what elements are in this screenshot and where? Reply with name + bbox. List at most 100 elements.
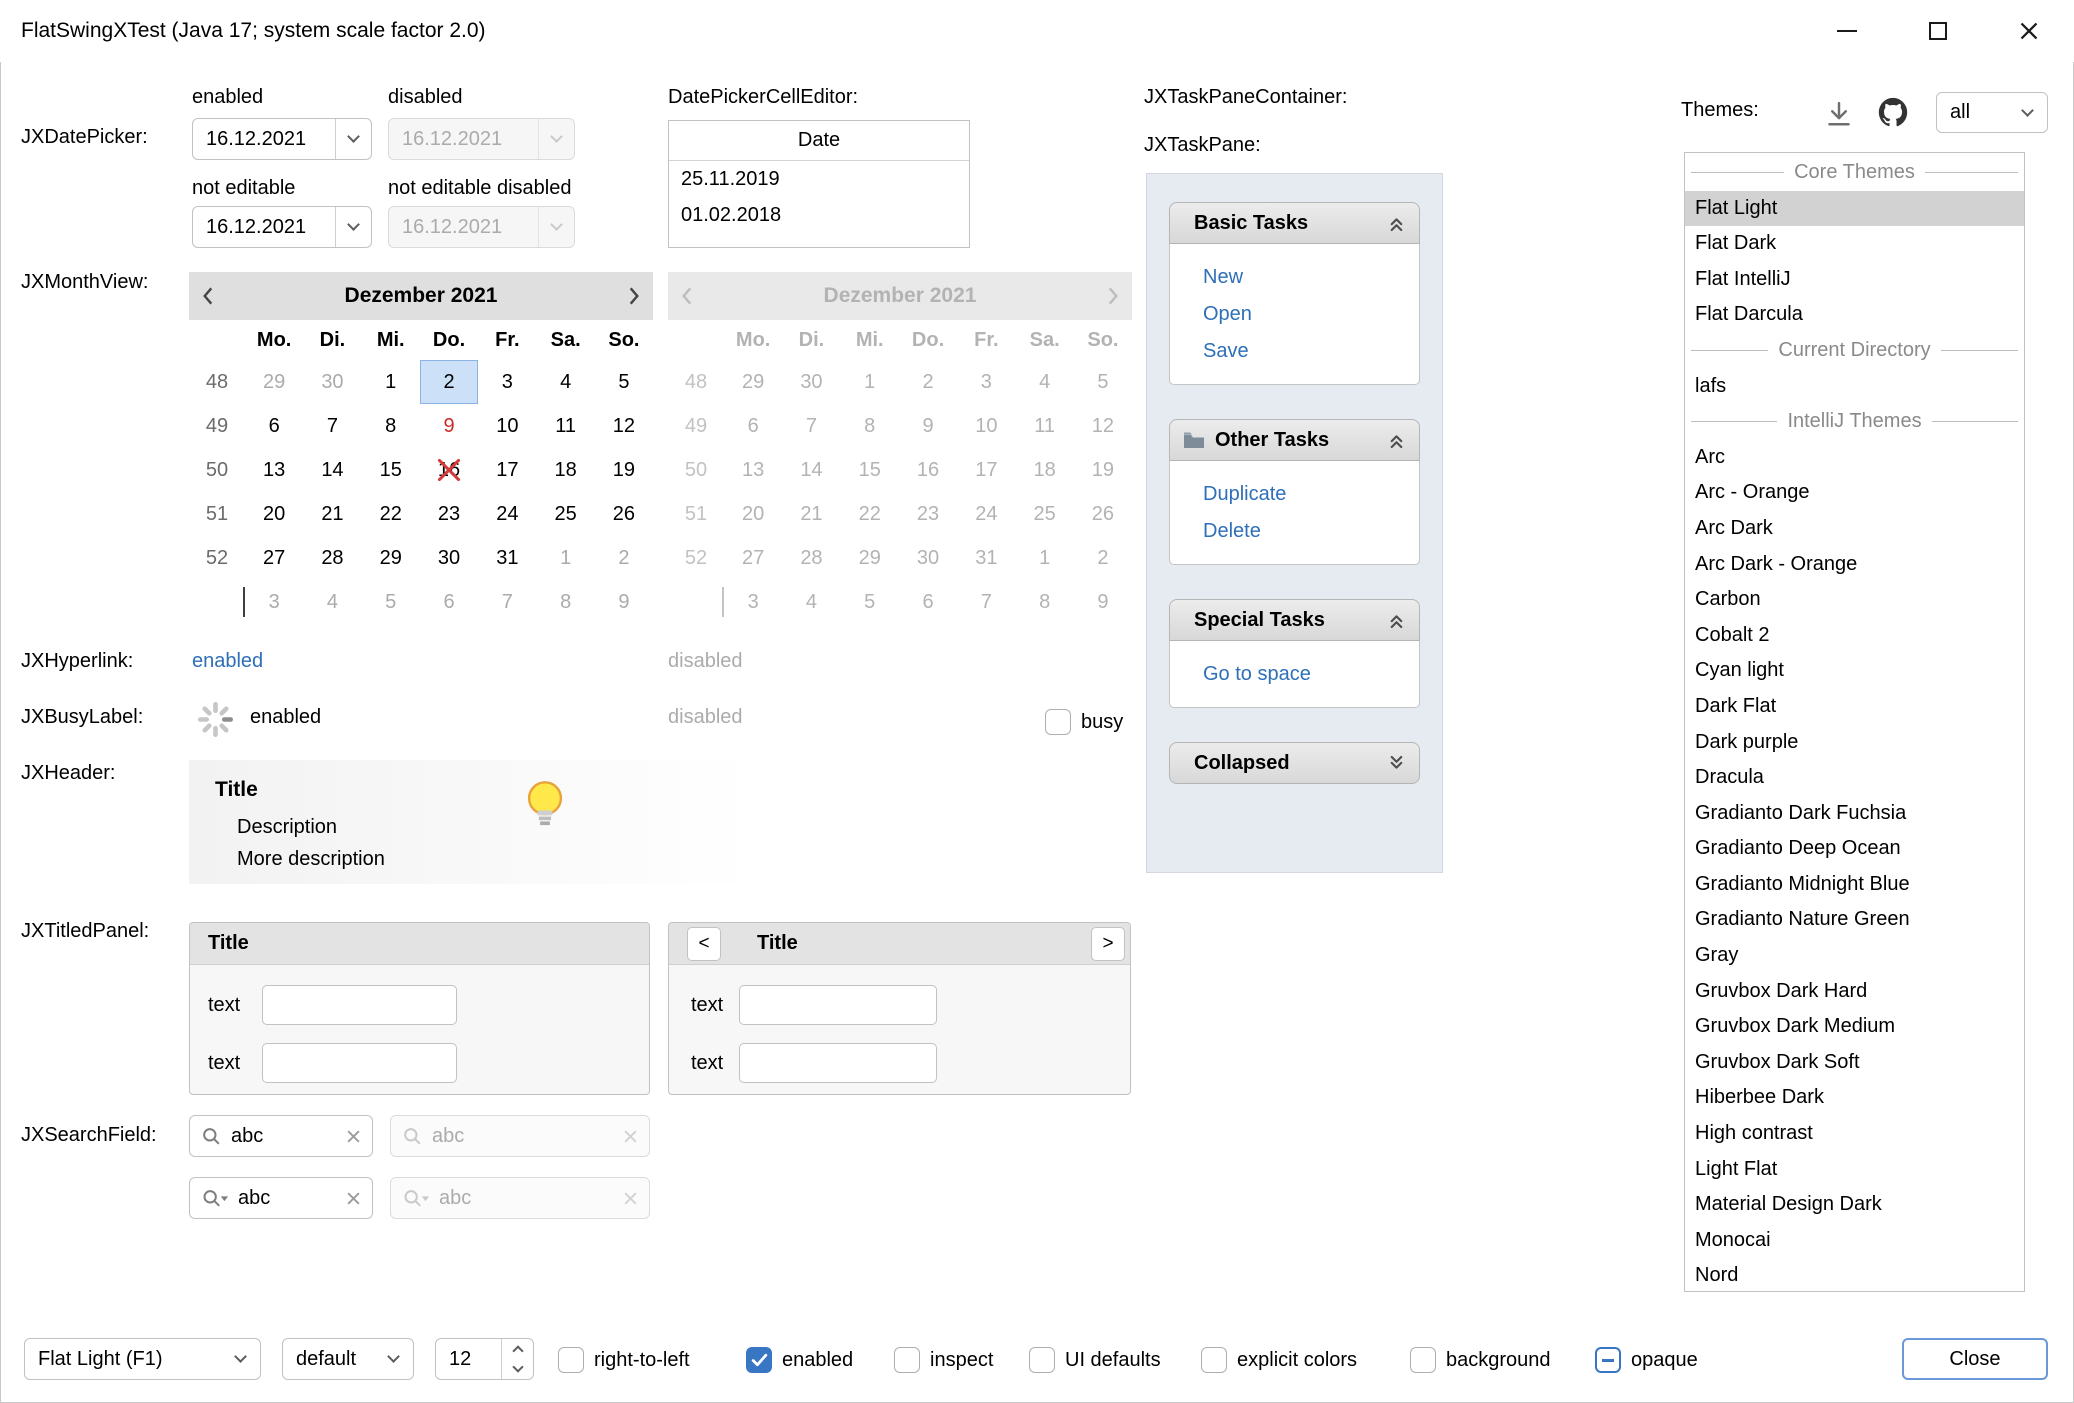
text-input[interactable]: [262, 985, 457, 1025]
calendar-day[interactable]: 16: [420, 448, 478, 492]
calendar-day[interactable]: 11: [536, 404, 594, 448]
theme-list-item[interactable]: Cyan light: [1685, 653, 2024, 689]
calendar-day[interactable]: 15: [362, 448, 420, 492]
calendar-day[interactable]: 20: [245, 492, 303, 536]
theme-list-item[interactable]: Arc Dark - Orange: [1685, 547, 2024, 583]
theme-list-item[interactable]: Arc - Orange: [1685, 475, 2024, 511]
table-row[interactable]: 01.02.2018: [669, 197, 969, 233]
table-column-header[interactable]: Date: [669, 121, 969, 161]
theme-list-item[interactable]: Nord: [1685, 1258, 2024, 1292]
datepicker-not-editable[interactable]: 16.12.2021: [192, 206, 372, 248]
theme-list-item[interactable]: Arc Dark: [1685, 511, 2024, 547]
clear-icon[interactable]: [346, 1191, 361, 1206]
checkbox-background[interactable]: background: [1410, 1347, 1551, 1373]
checkbox-inspect[interactable]: inspect: [894, 1347, 993, 1373]
font-combobox[interactable]: default: [282, 1338, 414, 1380]
task-link[interactable]: Delete: [1203, 513, 1419, 550]
calendar-day[interactable]: 4: [536, 360, 594, 404]
calendar-day[interactable]: 14: [303, 448, 361, 492]
theme-list-item[interactable]: Monocai: [1685, 1223, 2024, 1259]
checkbox-opaque[interactable]: opaque: [1595, 1347, 1698, 1373]
theme-list-item[interactable]: Gray: [1685, 938, 2024, 974]
calendar-day[interactable]: 9: [595, 580, 653, 624]
close-window-button[interactable]: [1983, 0, 2074, 62]
theme-list-item[interactable]: lafs: [1685, 369, 2024, 405]
minimize-button[interactable]: [1801, 0, 1892, 62]
text-input[interactable]: [739, 985, 937, 1025]
collapse-icon[interactable]: [1387, 431, 1406, 450]
theme-list-item[interactable]: Carbon: [1685, 582, 2024, 618]
collapse-icon[interactable]: [1387, 611, 1406, 630]
theme-list-item[interactable]: Gradianto Nature Green: [1685, 902, 2024, 938]
search-field-enabled[interactable]: abc: [189, 1115, 373, 1157]
text-input[interactable]: [739, 1043, 937, 1083]
calendar-day[interactable]: 25: [536, 492, 594, 536]
calendar-day[interactable]: 30: [303, 360, 361, 404]
font-size-spinner[interactable]: 12: [435, 1338, 534, 1380]
datepicker-dropdown-button[interactable]: [335, 207, 371, 247]
calendar-day[interactable]: 30: [420, 536, 478, 580]
calendar-day[interactable]: 5: [595, 360, 653, 404]
calendar-day[interactable]: 3: [245, 580, 303, 624]
calendar-day[interactable]: 6: [245, 404, 303, 448]
checkbox-right-to-left[interactable]: right-to-left: [558, 1347, 690, 1373]
search-menu-icon[interactable]: [201, 1188, 229, 1209]
theme-list-item[interactable]: High contrast: [1685, 1116, 2024, 1152]
calendar-day[interactable]: 17: [478, 448, 536, 492]
calendar-day[interactable]: 1: [536, 536, 594, 580]
checkbox-ui-defaults[interactable]: UI defaults: [1029, 1347, 1161, 1373]
theme-list-item[interactable]: Gruvbox Dark Soft: [1685, 1045, 2024, 1081]
maximize-button[interactable]: [1892, 0, 1983, 62]
prev-month-button[interactable]: [201, 285, 215, 307]
calendar-day[interactable]: 5: [362, 580, 420, 624]
calendar-day[interactable]: 7: [303, 404, 361, 448]
datepicker-enabled[interactable]: 16.12.2021: [192, 118, 372, 160]
checkbox-explicit-colors[interactable]: explicit colors: [1201, 1347, 1357, 1373]
theme-list-item[interactable]: Flat Light: [1685, 191, 2024, 227]
theme-list-item[interactable]: Material Design Dark: [1685, 1187, 2024, 1223]
theme-list-item[interactable]: Gradianto Midnight Blue: [1685, 867, 2024, 903]
calendar-day[interactable]: 21: [303, 492, 361, 536]
theme-list-item[interactable]: Hiberbee Dark: [1685, 1080, 2024, 1116]
close-button[interactable]: Close: [1902, 1338, 2048, 1380]
github-button[interactable]: [1876, 95, 1910, 135]
theme-list-item[interactable]: Dark Flat: [1685, 689, 2024, 725]
calendar-day[interactable]: 8: [362, 404, 420, 448]
calendar-day[interactable]: 4: [303, 580, 361, 624]
theme-list-item[interactable]: Cobalt 2: [1685, 618, 2024, 654]
themes-list[interactable]: Core ThemesFlat LightFlat DarkFlat Intel…: [1684, 152, 2025, 1292]
taskpane-title[interactable]: Collapsed: [1169, 742, 1420, 784]
task-link[interactable]: Open: [1203, 296, 1419, 333]
theme-list-item[interactable]: Gradianto Deep Ocean: [1685, 831, 2024, 867]
theme-list-item[interactable]: Gruvbox Dark Medium: [1685, 1009, 2024, 1045]
calendar-day[interactable]: 28: [303, 536, 361, 580]
spinner-up-button[interactable]: [502, 1339, 533, 1359]
download-themes-button[interactable]: [1824, 99, 1854, 135]
theme-list-item[interactable]: Arc: [1685, 440, 2024, 476]
calendar-day[interactable]: 13: [245, 448, 303, 492]
calendar-day[interactable]: 7: [478, 580, 536, 624]
table-row[interactable]: 25.11.2019: [669, 161, 969, 197]
search-field-with-menu[interactable]: abc: [189, 1177, 373, 1219]
theme-list-item[interactable]: Gruvbox Dark Hard: [1685, 974, 2024, 1010]
task-link[interactable]: Duplicate: [1203, 476, 1419, 513]
calendar-day[interactable]: 19: [595, 448, 653, 492]
calendar-day[interactable]: 10: [478, 404, 536, 448]
theme-list-item[interactable]: Dracula: [1685, 760, 2024, 796]
calendar-day[interactable]: 3: [478, 360, 536, 404]
task-link[interactable]: Go to space: [1203, 656, 1419, 693]
calendar-day[interactable]: 22: [362, 492, 420, 536]
calendar-day[interactable]: 8: [536, 580, 594, 624]
expand-icon[interactable]: [1387, 754, 1406, 773]
themes-filter-combobox[interactable]: all: [1936, 92, 2048, 133]
datepicker-dropdown-button[interactable]: [335, 119, 371, 159]
taskpane-title[interactable]: Special Tasks: [1169, 599, 1420, 641]
text-input[interactable]: [262, 1043, 457, 1083]
theme-list-item[interactable]: Flat Dark: [1685, 226, 2024, 262]
search-input-value[interactable]: abc: [231, 1125, 337, 1148]
theme-list-item[interactable]: Flat Darcula: [1685, 297, 2024, 333]
theme-list-item[interactable]: Flat IntelliJ: [1685, 262, 2024, 298]
theme-list-item[interactable]: Dark purple: [1685, 725, 2024, 761]
task-link[interactable]: Save: [1203, 333, 1419, 370]
taskpane-title[interactable]: Other Tasks: [1169, 419, 1420, 461]
